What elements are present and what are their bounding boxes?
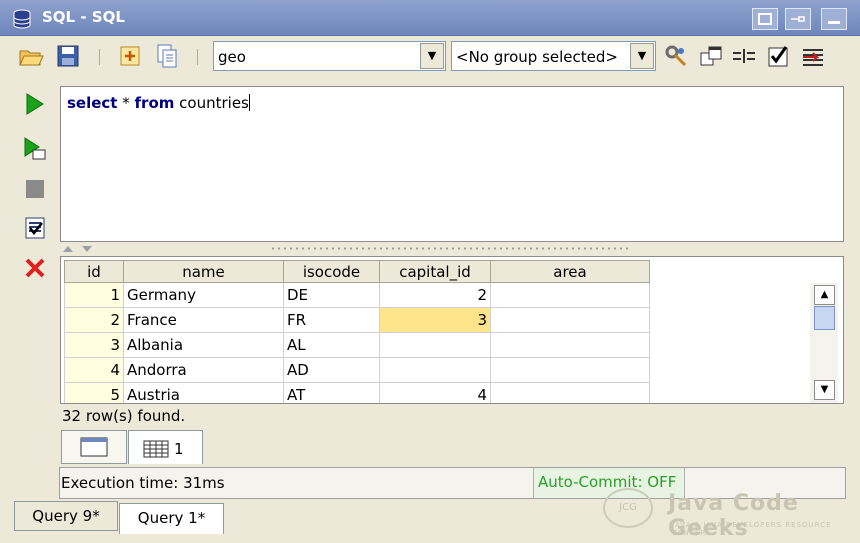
tab-grid-view[interactable]: 1 — [128, 430, 203, 464]
toolbar-separator — [197, 49, 198, 65]
result-grid: id name isocode capital_id area 1 German… — [60, 256, 844, 404]
commit-icon[interactable] — [21, 214, 49, 242]
pin-icon — [791, 16, 805, 22]
grid-icon — [143, 440, 169, 458]
chevron-down-icon[interactable]: ▼ — [630, 43, 654, 69]
cell-name[interactable]: France — [123, 307, 284, 333]
scroll-down-button[interactable]: ▼ — [814, 380, 835, 400]
cell-isocode[interactable]: FR — [283, 307, 380, 333]
column-header-name[interactable]: name — [123, 260, 284, 283]
cell-capital-id[interactable]: 4 — [379, 382, 491, 403]
group-value: <No group selected> — [456, 48, 618, 66]
cell-id[interactable]: 3 — [64, 332, 124, 358]
group-select[interactable]: <No group selected> ▼ — [451, 41, 656, 71]
grid-tab-label: 1 — [174, 440, 184, 458]
cell-id[interactable]: 5 — [64, 382, 124, 403]
tab-query-9[interactable]: Query 9* — [14, 501, 118, 531]
cell-capital-id[interactable] — [379, 357, 491, 383]
windows-icon[interactable] — [698, 43, 724, 69]
title-bar: SQL - SQL — [0, 0, 860, 36]
cell-capital-id[interactable] — [379, 332, 491, 358]
column-header-area[interactable]: area — [490, 260, 650, 283]
execute-icon[interactable] — [21, 90, 49, 118]
chevron-down-icon[interactable]: ▼ — [420, 43, 444, 69]
splitter-grip — [270, 247, 630, 250]
table-name: countries — [174, 94, 249, 112]
table-header-row: id name isocode capital_id area — [64, 260, 650, 283]
restore-button[interactable] — [752, 8, 778, 30]
column-header-id[interactable]: id — [64, 260, 124, 283]
watermark-subtitle: JAVA 2 JAVA DEVELOPERS RESOURCE CENTER — [672, 521, 832, 537]
compare-icon[interactable] — [731, 43, 757, 69]
execute-script-icon[interactable] — [21, 134, 49, 162]
cell-capital-id[interactable]: 2 — [379, 282, 491, 308]
table-row[interactable]: 3 Albania AL — [64, 332, 650, 358]
vertical-scrollbar[interactable]: ▲ ▼ — [810, 283, 838, 403]
connection-value: geo — [218, 48, 246, 66]
cell-area[interactable] — [490, 307, 650, 333]
scroll-up-button[interactable]: ▲ — [814, 285, 835, 305]
keyword-select: select — [67, 94, 118, 112]
sql-editor[interactable]: select * from countries — [60, 86, 844, 242]
cell-capital-id-selected[interactable]: 3 — [379, 307, 491, 333]
execution-time-text: Execution time: 31ms — [61, 474, 225, 492]
connection-select[interactable]: geo ▼ — [213, 41, 446, 71]
tab-text-view[interactable] — [61, 430, 127, 464]
pin-button[interactable] — [785, 8, 811, 30]
copy-icon[interactable] — [154, 43, 180, 69]
row-count-text: 32 row(s) found. — [62, 407, 186, 425]
cell-area[interactable] — [490, 357, 650, 383]
table-row[interactable]: 5 Austria AT 4 — [64, 382, 650, 403]
column-header-isocode[interactable]: isocode — [283, 260, 380, 283]
cell-isocode[interactable]: AT — [283, 382, 380, 403]
cell-name[interactable]: Andorra — [123, 357, 284, 383]
text-caret — [248, 94, 250, 111]
format-icon[interactable] — [800, 43, 826, 69]
new-query-icon[interactable] — [117, 43, 143, 69]
text-view-icon — [80, 437, 108, 457]
checklist-icon[interactable] — [766, 43, 792, 69]
cell-name[interactable]: Austria — [123, 382, 284, 403]
save-icon[interactable] — [55, 43, 81, 69]
window-title: SQL - SQL — [42, 8, 125, 26]
keyword-from: from — [134, 94, 175, 112]
table-row[interactable]: 4 Andorra AD — [64, 357, 650, 383]
cell-area[interactable] — [490, 332, 650, 358]
restore-icon — [758, 13, 772, 25]
cell-id[interactable]: 4 — [64, 357, 124, 383]
open-folder-icon[interactable] — [18, 43, 44, 69]
table-row[interactable]: 1 Germany DE 2 — [64, 282, 650, 308]
cell-area[interactable] — [490, 282, 650, 308]
toolbar: geo ▼ <No group selected> ▼ — [0, 37, 860, 77]
cell-isocode[interactable]: DE — [283, 282, 380, 308]
minimize-button[interactable] — [821, 8, 847, 30]
result-table: id name isocode capital_id area 1 German… — [64, 260, 650, 403]
sql-query-text[interactable]: select * from countries — [67, 94, 250, 112]
tools-icon[interactable] — [663, 43, 689, 69]
cell-area[interactable] — [490, 382, 650, 403]
editor-splitter[interactable] — [60, 242, 844, 256]
minimize-icon — [828, 21, 840, 24]
collapse-arrows-icon[interactable] — [60, 243, 100, 253]
cell-isocode[interactable]: AD — [283, 357, 380, 383]
database-icon — [13, 9, 31, 29]
toolbar-separator — [99, 49, 100, 65]
cell-name[interactable]: Germany — [123, 282, 284, 308]
tab-query-1[interactable]: Query 1* — [119, 503, 224, 534]
scrollbar-thumb[interactable] — [814, 306, 835, 330]
cell-isocode[interactable]: AL — [283, 332, 380, 358]
column-header-capital-id[interactable]: capital_id — [379, 260, 491, 283]
stop-icon[interactable] — [21, 175, 49, 203]
table-row[interactable]: 2 France FR 3 — [64, 307, 650, 333]
cell-name[interactable]: Albania — [123, 332, 284, 358]
rollback-icon[interactable] — [21, 254, 49, 282]
cell-id[interactable]: 1 — [64, 282, 124, 308]
select-star: * — [117, 94, 135, 112]
cell-id[interactable]: 2 — [64, 307, 124, 333]
watermark-logo: JCG — [603, 488, 653, 528]
